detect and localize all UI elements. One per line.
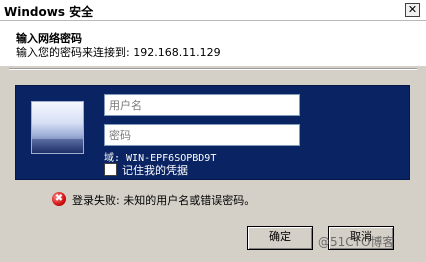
error-icon: ✖ xyxy=(52,192,66,206)
remember-credentials-label: 记住我的凭据 xyxy=(122,164,188,177)
close-icon: ✕ xyxy=(407,3,418,16)
ok-button[interactable]: 确定 xyxy=(247,226,313,250)
user-avatar-icon xyxy=(31,101,84,154)
credential-tile: 域: WIN-EPF6SOPBD9T 记住我的凭据 xyxy=(15,85,410,180)
title-bar: Windows 安全 ✕ xyxy=(0,0,426,21)
close-button[interactable]: ✕ xyxy=(405,3,420,17)
error-message: 登录失败: 未知的用户名或错误密码。 xyxy=(72,194,256,207)
remember-credentials-checkbox[interactable] xyxy=(104,163,117,176)
password-input[interactable] xyxy=(104,124,300,146)
watermark: @51CTO博客 xyxy=(318,235,395,249)
window-title: Windows 安全 xyxy=(4,5,94,19)
dialog-subtitle: 输入您的密码来连接到: 192.168.11.129 xyxy=(16,46,221,59)
username-input[interactable] xyxy=(104,94,300,116)
dialog-header: 输入网络密码 输入您的密码来连接到: 192.168.11.129 xyxy=(0,21,426,66)
header-separator xyxy=(9,68,417,70)
